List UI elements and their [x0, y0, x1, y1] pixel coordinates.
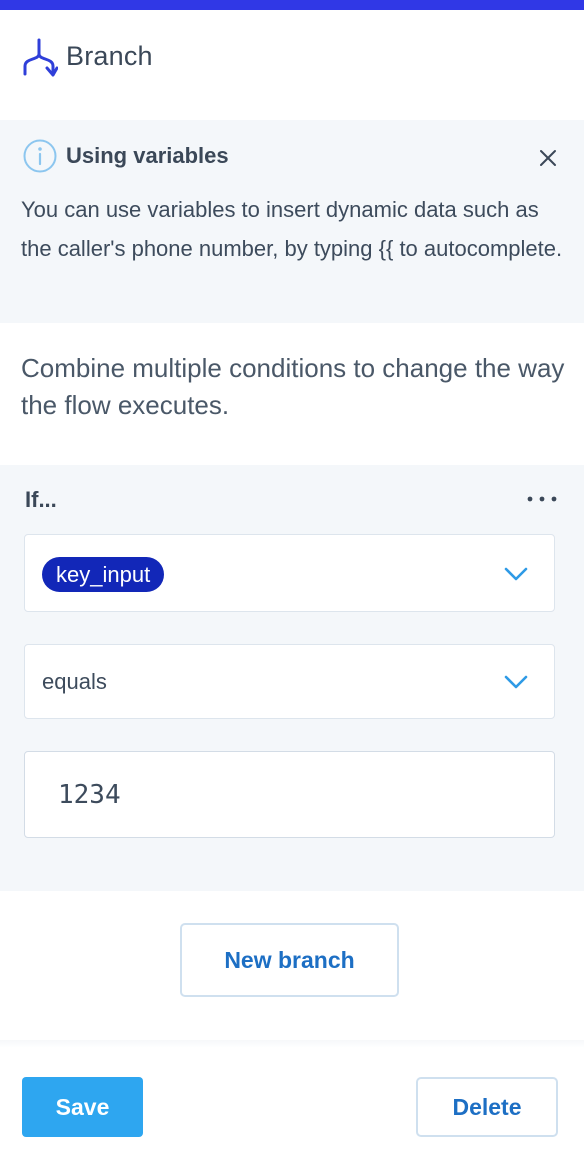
- new-branch-button[interactable]: New branch: [180, 923, 399, 997]
- close-icon[interactable]: [532, 142, 564, 174]
- value-input[interactable]: [25, 752, 554, 837]
- branch-description: Combine multiple conditions to change th…: [21, 353, 565, 420]
- operator-select[interactable]: equals: [24, 644, 555, 719]
- info-banner-text: You can use variables to insert dynamic …: [21, 197, 563, 261]
- panel-title: Branch: [66, 41, 153, 71]
- chevron-down-icon: [504, 675, 528, 689]
- panel-header: Branch: [0, 10, 584, 120]
- more-horizontal-icon[interactable]: [522, 487, 562, 511]
- info-banner: Using variables You can use variables to…: [0, 120, 584, 323]
- operator-value: equals: [42, 669, 107, 694]
- delete-button[interactable]: Delete: [416, 1077, 558, 1137]
- value-field[interactable]: [24, 751, 555, 838]
- chevron-down-icon: [504, 567, 528, 581]
- condition-label: If...: [25, 487, 57, 512]
- condition-block: If... key_input equals: [0, 465, 584, 891]
- save-button[interactable]: Save: [22, 1077, 143, 1137]
- info-icon: [23, 139, 57, 173]
- variable-select[interactable]: key_input: [24, 534, 555, 612]
- variable-chip: key_input: [42, 557, 165, 592]
- footer-divider: [0, 1040, 584, 1048]
- info-banner-title: Using variables: [66, 143, 229, 168]
- panel-footer: Save Delete: [0, 1048, 584, 1159]
- branch-icon: [23, 38, 58, 77]
- top-accent-bar: [0, 0, 584, 10]
